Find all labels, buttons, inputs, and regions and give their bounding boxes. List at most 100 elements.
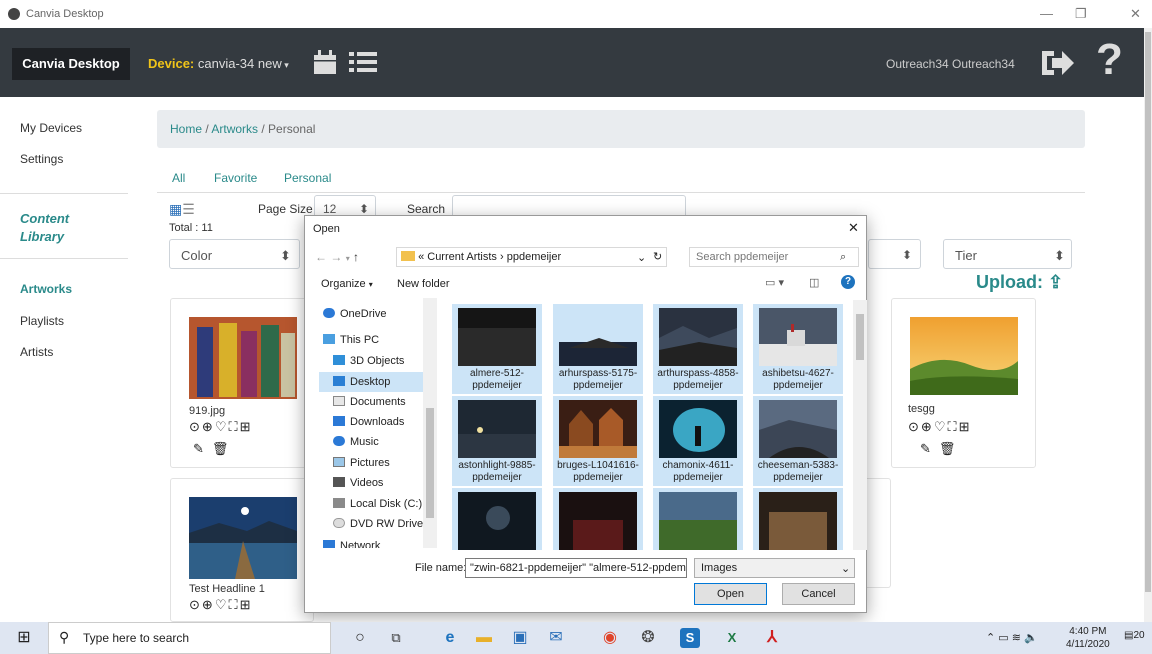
sidebar-item-my-devices[interactable]: My Devices <box>20 121 82 135</box>
file-item[interactable] <box>553 488 643 550</box>
page-scrollbar[interactable] <box>1144 28 1152 622</box>
delete-icon[interactable]: 🗑 <box>939 441 964 456</box>
chrome-icon[interactable]: ◉ <box>600 628 620 648</box>
color-filter-select[interactable]: Color ⬍ <box>169 239 300 269</box>
sidebar-item-artworks[interactable]: Artworks <box>20 282 72 296</box>
fullscreen-icon[interactable]: ⛶ <box>228 597 239 612</box>
file-item[interactable]: cheeseman-5383-ppdemeijer <box>753 396 843 486</box>
list-icon[interactable] <box>348 50 378 74</box>
nav-item-music[interactable]: Music <box>319 432 437 452</box>
task-view-icon[interactable]: ⧉ <box>386 628 406 648</box>
play-icon[interactable]: ⊙ <box>908 419 921 434</box>
breadcrumb-artworks[interactable]: Artworks <box>211 122 258 136</box>
nav-item-onedrive[interactable]: OneDrive <box>319 304 437 324</box>
tab-favorite[interactable]: Favorite <box>214 171 257 185</box>
tab-personal[interactable]: Personal <box>284 171 331 185</box>
skype-icon[interactable]: S <box>680 628 700 648</box>
grid-view-icon[interactable]: ▦☰ <box>169 201 195 218</box>
nav-item-network[interactable]: Network <box>319 536 437 548</box>
cancel-button[interactable]: Cancel <box>782 583 855 605</box>
file-scrollbar[interactable] <box>853 300 867 550</box>
up-icon[interactable]: ↑ <box>353 250 359 264</box>
fullscreen-icon[interactable]: ⛶ <box>947 419 958 434</box>
edit-icon[interactable]: ✎ <box>193 441 212 456</box>
play-icon[interactable]: ⊙ <box>189 597 202 612</box>
windows-start-icon[interactable]: ⊞ <box>14 628 34 648</box>
file-item[interactable]: ashibetsu-4627-ppdemeijer <box>753 304 843 394</box>
artwork-card[interactable]: 919.jpg ⊙⊕♡⛶⊞ ✎🗑 <box>170 298 314 468</box>
mail-icon[interactable]: ✉ <box>546 628 566 648</box>
add-icon[interactable]: ⊕ <box>202 597 215 612</box>
nav-item-3d-objects[interactable]: 3D Objects <box>319 351 437 371</box>
taskbar-search-box[interactable]: ⚲ Type here to search <box>48 622 331 654</box>
nav-item-local-disk[interactable]: Local Disk (C:) <box>319 494 437 514</box>
file-explorer-icon[interactable]: ▬ <box>474 628 494 648</box>
forward-icon[interactable]: → <box>330 250 342 264</box>
new-folder-button[interactable]: New folder <box>397 278 450 290</box>
edge-icon[interactable]: e <box>440 628 460 648</box>
refresh-icon[interactable]: ↻ <box>653 250 662 263</box>
organize-menu[interactable]: Organize ▾ <box>321 278 373 290</box>
file-item[interactable]: almere-512-ppdemeijer <box>452 304 542 394</box>
schedule-icon[interactable]: ⊞ <box>959 419 972 434</box>
preview-pane-icon[interactable]: ◫ <box>809 276 819 289</box>
file-name-input[interactable]: "zwin-6821-ppdemeijer" "almere-512-ppdem <box>465 558 687 578</box>
filter-select[interactable]: ⬍ <box>868 239 921 269</box>
fullscreen-icon[interactable]: ⛶ <box>228 419 239 434</box>
artwork-thumbnail[interactable] <box>189 497 297 579</box>
sidebar-item-settings[interactable]: Settings <box>20 152 63 166</box>
schedule-icon[interactable]: ⊞ <box>240 419 253 434</box>
notification-center-icon[interactable]: ▤20 <box>1124 630 1145 641</box>
store-icon[interactable]: ▣ <box>510 628 530 648</box>
tier-filter-select[interactable]: Tier ⬍ <box>943 239 1072 269</box>
delete-icon[interactable]: 🗑 <box>212 441 237 456</box>
nav-item-desktop[interactable]: Desktop <box>319 372 437 392</box>
sidebar-item-artists[interactable]: Artists <box>20 345 53 359</box>
nav-scrollbar-thumb[interactable] <box>426 408 434 518</box>
excel-icon[interactable]: X <box>722 628 742 648</box>
add-icon[interactable]: ⊕ <box>921 419 934 434</box>
schedule-icon[interactable]: ⊞ <box>240 597 253 612</box>
file-item[interactable] <box>753 488 843 550</box>
artwork-card[interactable]: Test Headline 1 ⊙⊕♡⛶⊞ <box>170 478 314 622</box>
upload-button[interactable]: Upload: ⇪ <box>976 272 1063 293</box>
tab-all[interactable]: All <box>172 171 185 185</box>
file-item[interactable]: arthurspass-4858-ppdemeijer <box>653 304 743 394</box>
brand[interactable]: Canvia Desktop <box>12 48 130 80</box>
file-scrollbar-thumb[interactable] <box>856 314 864 360</box>
clock[interactable]: 4:40 PM 4/11/2020 <box>1066 625 1110 651</box>
edit-icon[interactable]: ✎ <box>920 441 939 456</box>
artwork-card[interactable]: tesgg ⊙⊕♡⛶⊞ ✎🗑 <box>891 298 1036 468</box>
nav-item-documents[interactable]: Documents <box>319 392 437 412</box>
nav-item-dvd-drive[interactable]: DVD RW Drive (E <box>319 514 437 534</box>
favorite-icon[interactable]: ♡ <box>215 419 229 434</box>
add-icon[interactable]: ⊕ <box>202 419 215 434</box>
back-icon[interactable]: ← <box>315 250 327 264</box>
file-item[interactable]: arhurspass-5175-ppdemeijer <box>553 304 643 394</box>
nav-scrollbar[interactable] <box>423 298 437 548</box>
page-scrollbar-thumb[interactable] <box>1145 32 1151 592</box>
artwork-thumbnail[interactable] <box>910 317 1018 395</box>
calendar-icon[interactable] <box>312 48 338 76</box>
logout-icon[interactable] <box>1040 48 1076 78</box>
nav-item-this-pc[interactable]: This PC <box>319 330 437 350</box>
path-segment[interactable]: ppdemeijer <box>507 251 561 263</box>
chevron-down-icon[interactable]: ⌄ <box>637 251 646 264</box>
dialog-search-input[interactable]: Search ppdemeijer ⌕ <box>689 247 859 267</box>
restore-icon[interactable]: ❐ <box>1075 6 1087 22</box>
file-item[interactable]: bruges-L1041616-ppdemeijer <box>553 396 643 486</box>
favorite-icon[interactable]: ♡ <box>934 419 948 434</box>
nav-item-videos[interactable]: Videos <box>319 473 437 493</box>
nav-item-downloads[interactable]: Downloads <box>319 412 437 432</box>
list-view-icon[interactable]: ☰ <box>182 201 195 217</box>
device-selector[interactable]: Device: canvia-34 new ▾ <box>148 56 289 71</box>
artwork-thumbnail[interactable] <box>189 317 297 399</box>
file-type-select[interactable]: Images ⌄ <box>694 558 855 578</box>
favorite-icon[interactable]: ♡ <box>215 597 229 612</box>
canvia-app-icon[interactable]: ❂ <box>638 628 658 648</box>
cortana-icon[interactable]: ○ <box>350 628 370 648</box>
dialog-close-icon[interactable]: ✕ <box>848 220 859 236</box>
play-icon[interactable]: ⊙ <box>189 419 202 434</box>
nav-item-pictures[interactable]: Pictures <box>319 453 437 473</box>
breadcrumb-home[interactable]: Home <box>170 122 202 136</box>
